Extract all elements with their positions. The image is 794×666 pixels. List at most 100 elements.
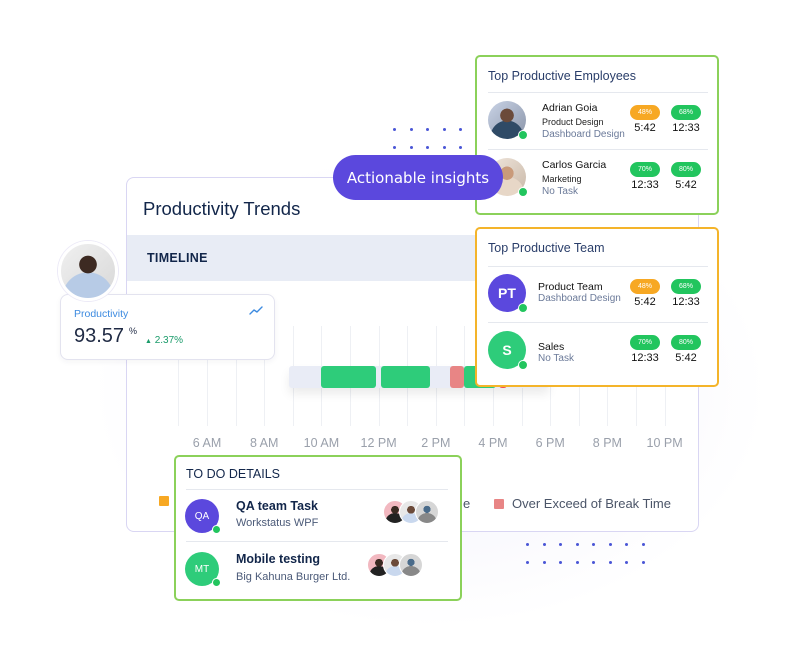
time-value: 12:33 [672, 296, 700, 308]
todo-item[interactable]: QA QA team Task Workstatus WPF [176, 492, 460, 542]
legend-swatch [494, 498, 504, 509]
todo-details-card: TO DO DETAILS QA QA team Task Workstatus… [174, 455, 462, 601]
time-value: 12:33 [672, 122, 700, 134]
todo-avatar: QA [185, 499, 221, 534]
online-status-icon [212, 525, 221, 534]
percent-badge: 70% [630, 335, 660, 350]
team-name: Product Team [538, 281, 603, 293]
decorative-dots-bottom [526, 543, 645, 564]
legend-swatch [159, 496, 169, 506]
todo-item[interactable]: MT Mobile testing Big Kahuna Burger Ltd. [176, 544, 460, 596]
actionable-insights-button[interactable]: Actionable insights [333, 155, 503, 200]
delta-value: 2.37% [154, 335, 184, 346]
top-productive-team-card: Top Productive Team PT Product Team Dash… [475, 227, 719, 387]
divider [488, 266, 708, 267]
card-title: Top Productive Team [488, 241, 605, 255]
timeline-segment-productive[interactable] [321, 366, 376, 388]
team-initials: S [502, 342, 512, 358]
productivity-widget: Productivity 93.57 % ▲ 2.37% [60, 294, 275, 360]
divider [186, 489, 448, 490]
legend-item-3: Over Exceed of Break Time [494, 496, 671, 511]
productivity-value: 93.57 [74, 325, 125, 347]
employee-name: Carlos Garcia [542, 159, 607, 171]
percent-badge: 80% [671, 335, 701, 350]
divider [488, 149, 708, 150]
todo-initials: MT [194, 563, 210, 575]
employee-row[interactable]: Carlos Garcia Marketing No Task 70% 12:3… [477, 152, 717, 212]
employee-task: No Task [542, 186, 578, 197]
team-avatar: PT [488, 274, 528, 313]
percent-badge: 48% [630, 105, 660, 120]
team-task: Dashboard Design [538, 293, 621, 304]
employee-task: Dashboard Design [542, 129, 625, 140]
percent-badge: 80% [671, 162, 701, 177]
top-productive-employees-card: Top Productive Employees Adrian Goia Pro… [475, 55, 719, 215]
online-status-icon [518, 187, 528, 197]
productivity-unit: % [129, 326, 138, 336]
timeline-label: TIMELINE [147, 251, 208, 265]
divider [186, 541, 448, 542]
percent-badge: 70% [630, 162, 660, 177]
time-axis-tick: 6 AM [192, 436, 222, 450]
legend-label: Over Exceed of Break Time [512, 496, 671, 511]
time-axis-tick: 10 AM [303, 436, 340, 450]
todo-initials: QA [194, 510, 210, 522]
time-axis-tick: 8 AM [249, 436, 279, 450]
todo-name: QA team Task [236, 499, 318, 513]
percent-badge: 68% [671, 279, 701, 294]
time-value: 5:42 [675, 352, 697, 364]
time-value: 5:42 [675, 179, 697, 191]
legend-item-1 [159, 496, 169, 506]
time-axis-tick: 10 PM [646, 436, 683, 450]
team-row[interactable]: S Sales No Task 70% 12:33 80% 5:42 [477, 326, 717, 386]
team-avatar: S [488, 331, 528, 370]
time-axis-tick: 2 PM [421, 436, 451, 450]
arrow-up-icon: ▲ [145, 338, 152, 345]
percent-badge: 68% [671, 105, 701, 120]
decorative-dots-top [393, 128, 462, 149]
trend-line-icon [249, 306, 263, 315]
employee-name: Adrian Goia [542, 102, 598, 114]
time-axis-tick: 12 PM [360, 436, 397, 450]
card-title: TO DO DETAILS [186, 467, 281, 481]
todo-name: Mobile testing [236, 552, 321, 566]
online-status-icon [212, 578, 221, 587]
time-axis-tick: 8 PM [592, 436, 622, 450]
divider [488, 92, 708, 93]
profile-avatar [58, 241, 118, 301]
productivity-delta: ▲ 2.37% [145, 335, 183, 346]
timeline-segment-productive[interactable] [381, 366, 430, 388]
legend-item-2: e [463, 496, 470, 511]
card-title: Top Productive Employees [488, 69, 636, 83]
time-value: 12:33 [631, 179, 659, 191]
team-row[interactable]: PT Product Team Dashboard Design 48% 5:4… [477, 269, 717, 329]
page-title: Productivity Trends [143, 198, 301, 219]
todo-project: Big Kahuna Burger Ltd. [236, 571, 351, 583]
time-axis-tick: 4 PM [478, 436, 508, 450]
online-status-icon [518, 360, 528, 370]
assignee-avatar [399, 553, 423, 577]
online-status-icon [518, 303, 528, 313]
team-initials: PT [498, 285, 516, 301]
productivity-label: Productivity [74, 308, 129, 320]
employee-row[interactable]: Adrian Goia Product Design Dashboard Des… [477, 95, 717, 155]
assignee-avatars[interactable] [367, 553, 423, 577]
todo-project: Workstatus WPF [236, 517, 319, 529]
avatar [488, 101, 528, 140]
timeline-segment-break-exceed[interactable] [450, 366, 465, 388]
time-value: 12:33 [631, 352, 659, 364]
team-task: No Task [538, 353, 574, 364]
time-axis-tick: 6 PM [535, 436, 565, 450]
assignee-avatar [415, 500, 439, 524]
online-status-icon [518, 130, 528, 140]
employee-department: Marketing [542, 174, 582, 184]
team-name: Sales [538, 341, 565, 353]
divider [488, 322, 708, 323]
time-value: 5:42 [634, 296, 656, 308]
legend-label: e [463, 496, 471, 511]
todo-avatar: MT [185, 552, 221, 587]
assignee-avatars[interactable] [383, 500, 439, 524]
employee-department: Product Design [542, 117, 604, 127]
timeline-segment-idle[interactable] [432, 366, 451, 388]
time-value: 5:42 [634, 122, 656, 134]
